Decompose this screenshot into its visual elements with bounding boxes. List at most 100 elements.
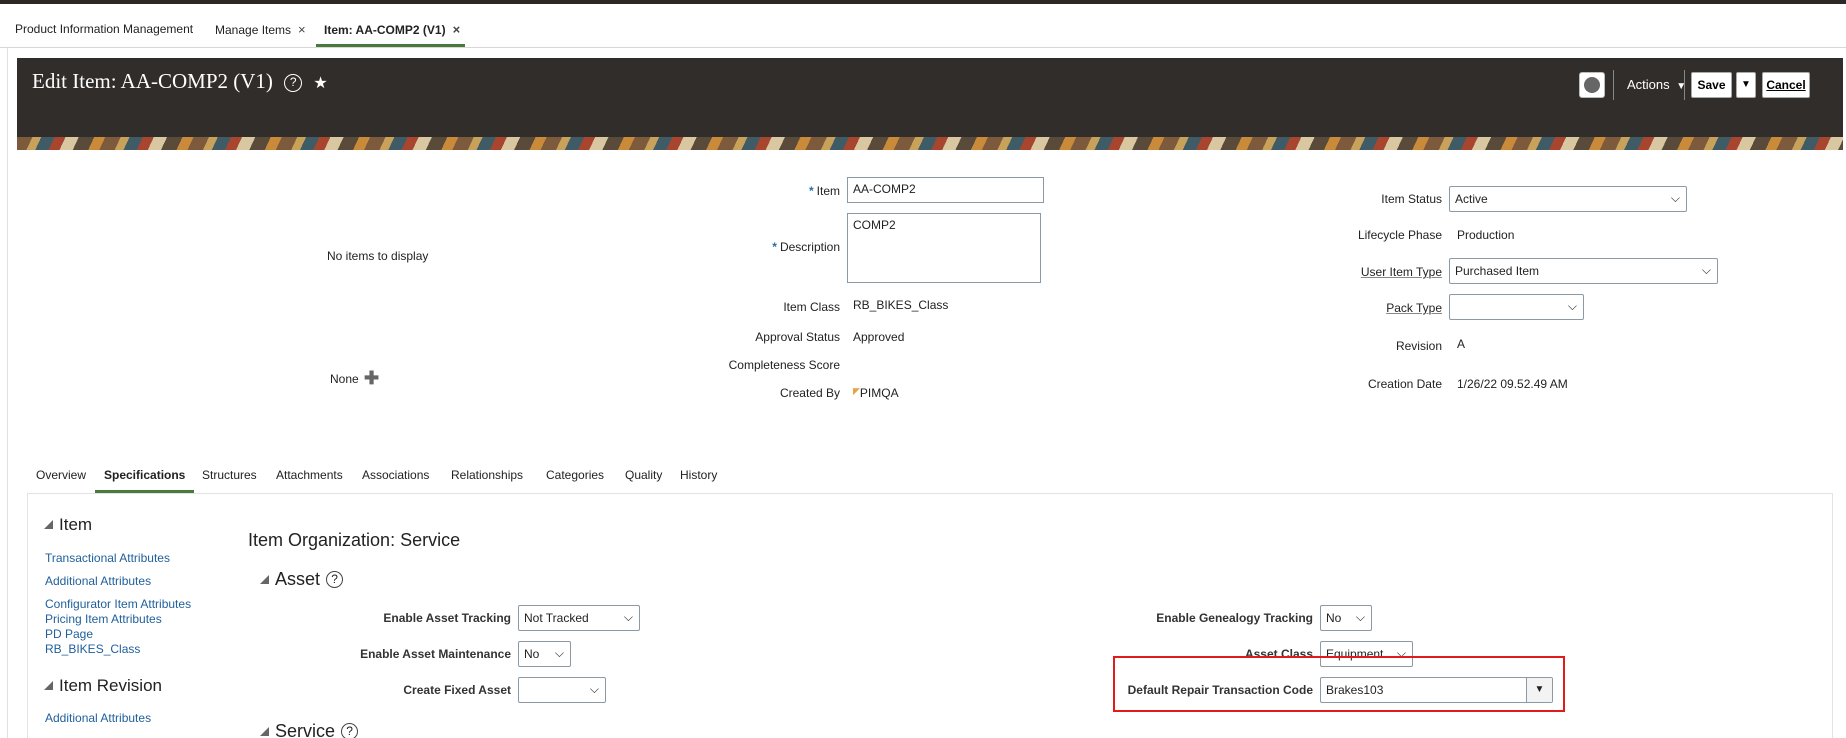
close-icon[interactable]: × — [453, 22, 461, 37]
image-empty-text: No items to display — [327, 249, 429, 263]
completeness-score-label: Completeness Score — [728, 358, 840, 372]
tab-attachments[interactable]: Attachments — [276, 468, 343, 482]
item-class-label: Item Class — [783, 300, 840, 314]
user-item-type-select[interactable]: Purchased Item ⌵ — [1449, 258, 1718, 284]
tab-label: Manage Items — [215, 23, 292, 37]
separator — [1613, 70, 1614, 100]
item-input[interactable]: AA-COMP2 — [847, 177, 1044, 203]
save-dropdown-button[interactable]: ▼ — [1736, 72, 1756, 98]
required-icon: * — [772, 240, 777, 254]
revision-label: Revision — [1395, 339, 1442, 353]
item-status-select[interactable]: Active ⌵ — [1449, 186, 1687, 212]
section-heading-text: Asset — [275, 569, 321, 589]
nav-link-pricing-item-attributes[interactable]: Pricing Item Attributes — [45, 612, 162, 626]
create-fixed-asset-label: Create Fixed Asset — [403, 683, 511, 697]
actions-menu[interactable]: Actions ▼ — [1627, 77, 1686, 92]
nav-link-rb-bikes-class[interactable]: RB_BIKES_Class — [45, 642, 140, 656]
collapse-triangle-icon — [260, 727, 269, 736]
creation-date-value: 1/26/22 09.52.49 AM — [1457, 377, 1568, 391]
tab-overview[interactable]: Overview — [36, 468, 86, 482]
pack-type-select[interactable]: ⌵ — [1449, 294, 1584, 320]
tab-product-information-management[interactable]: Product Information Management — [15, 22, 193, 36]
select-value: No — [524, 647, 540, 661]
approval-status-label: Approval Status — [755, 330, 840, 344]
active-tab-indicator — [316, 44, 465, 47]
help-icon[interactable]: ? — [284, 74, 303, 92]
select-value: Purchased Item — [1455, 264, 1540, 278]
chevron-down-icon: ⌵ — [623, 610, 633, 624]
label-text: Description — [779, 240, 840, 254]
actions-label: Actions — [1627, 77, 1670, 92]
collapse-triangle-icon — [44, 681, 53, 690]
section-title: Item Organization: Service — [248, 530, 461, 550]
nav-link-pd-page[interactable]: PD Page — [45, 627, 93, 641]
save-button[interactable]: Save — [1691, 72, 1732, 98]
enable-genealogy-tracking-select[interactable]: No ⌵ — [1320, 605, 1372, 631]
page-title: Edit Item: AA-COMP2 (V1) ? ★ — [32, 69, 328, 94]
enable-asset-tracking-select[interactable]: Not Tracked ⌵ — [518, 605, 640, 631]
chevron-down-icon: ⌵ — [1701, 263, 1711, 277]
select-value: Active — [1455, 192, 1488, 206]
highlight-box — [1113, 656, 1565, 712]
select-value: No — [1326, 611, 1342, 625]
none-label: None — [330, 372, 359, 386]
globe-button[interactable] — [1579, 72, 1605, 98]
tab-quality[interactable]: Quality — [625, 468, 662, 482]
pack-type-label: Pack Type — [1386, 301, 1442, 315]
service-section-header[interactable]: Service? — [260, 721, 359, 738]
created-by-value[interactable]: ◤PIMQA — [853, 386, 899, 400]
flag-icon: ◤ — [853, 386, 860, 396]
lifecycle-phase-label: Lifecycle Phase — [1357, 228, 1442, 242]
select-value: Not Tracked — [524, 611, 589, 625]
close-icon[interactable]: × — [298, 22, 306, 37]
favorite-star-icon[interactable]: ★ — [313, 75, 327, 92]
revision-value: A — [1457, 337, 1466, 351]
tab-specifications[interactable]: Specifications — [104, 468, 185, 482]
item-status-label: Item Status — [1381, 192, 1442, 206]
nav-link-transactional-attributes[interactable]: Transactional Attributes — [45, 551, 170, 565]
tab-label: Product Information Management — [15, 22, 194, 36]
description-textarea[interactable]: COMP2 — [847, 213, 1041, 283]
collapse-triangle-icon — [44, 520, 53, 529]
header-decoration — [17, 137, 1843, 150]
nav-link-revision-additional-attributes[interactable]: Additional Attributes — [45, 711, 151, 725]
tab-manage-items[interactable]: Manage Items × — [215, 22, 306, 37]
created-by-text: PIMQA — [859, 386, 899, 400]
nav-link-additional-attributes[interactable]: Additional Attributes — [45, 574, 151, 588]
approval-status-value: Approved — [853, 330, 905, 344]
create-fixed-asset-select[interactable]: ⌵ — [518, 677, 606, 703]
nav-heading-text: Item Revision — [59, 676, 162, 695]
asset-section-header[interactable]: Asset? — [260, 569, 344, 590]
tab-categories[interactable]: Categories — [546, 468, 604, 482]
nav-link-configurator-item-attributes[interactable]: Configurator Item Attributes — [45, 597, 191, 611]
tab-associations[interactable]: Associations — [362, 468, 429, 482]
description-label: * Description — [700, 240, 840, 254]
page-tabs: Product Information Management Manage It… — [0, 18, 1846, 48]
item-label: * Item — [740, 184, 840, 198]
separator — [1684, 70, 1685, 100]
page-title-text: Edit Item: AA-COMP2 (V1) — [32, 69, 273, 93]
chevron-down-icon: ⌵ — [589, 682, 599, 696]
enable-asset-maintenance-select[interactable]: No ⌵ — [518, 641, 571, 667]
chevron-down-icon: ⌵ — [1670, 191, 1680, 205]
collapse-triangle-icon — [260, 575, 269, 584]
nav-heading-text: Item — [59, 515, 93, 534]
created-by-label: Created By — [779, 386, 840, 400]
label-text: Item — [816, 184, 840, 198]
tab-structures[interactable]: Structures — [202, 468, 257, 482]
lifecycle-phase-value: Production — [1457, 228, 1515, 242]
tab-history[interactable]: History — [680, 468, 717, 482]
item-class-value: RB_BIKES_Class — [853, 298, 949, 312]
help-icon[interactable]: ? — [341, 723, 359, 738]
help-icon[interactable]: ? — [326, 571, 344, 588]
cancel-button[interactable]: Cancel — [1762, 72, 1810, 98]
nav-item-revision-heading[interactable]: Item Revision — [44, 676, 162, 696]
page-header: Edit Item: AA-COMP2 (V1) ? ★ Actions ▼ S… — [17, 58, 1843, 150]
tab-relationships[interactable]: Relationships — [451, 468, 523, 482]
tab-item-aa-comp2[interactable]: Item: AA-COMP2 (V1) × — [324, 22, 460, 37]
add-icon[interactable]: ✚ — [364, 368, 379, 389]
nav-item-heading[interactable]: Item — [44, 515, 92, 535]
chevron-down-icon: ⌵ — [554, 646, 564, 660]
globe-icon — [1584, 77, 1600, 93]
chevron-down-icon: ⌵ — [1355, 610, 1365, 624]
